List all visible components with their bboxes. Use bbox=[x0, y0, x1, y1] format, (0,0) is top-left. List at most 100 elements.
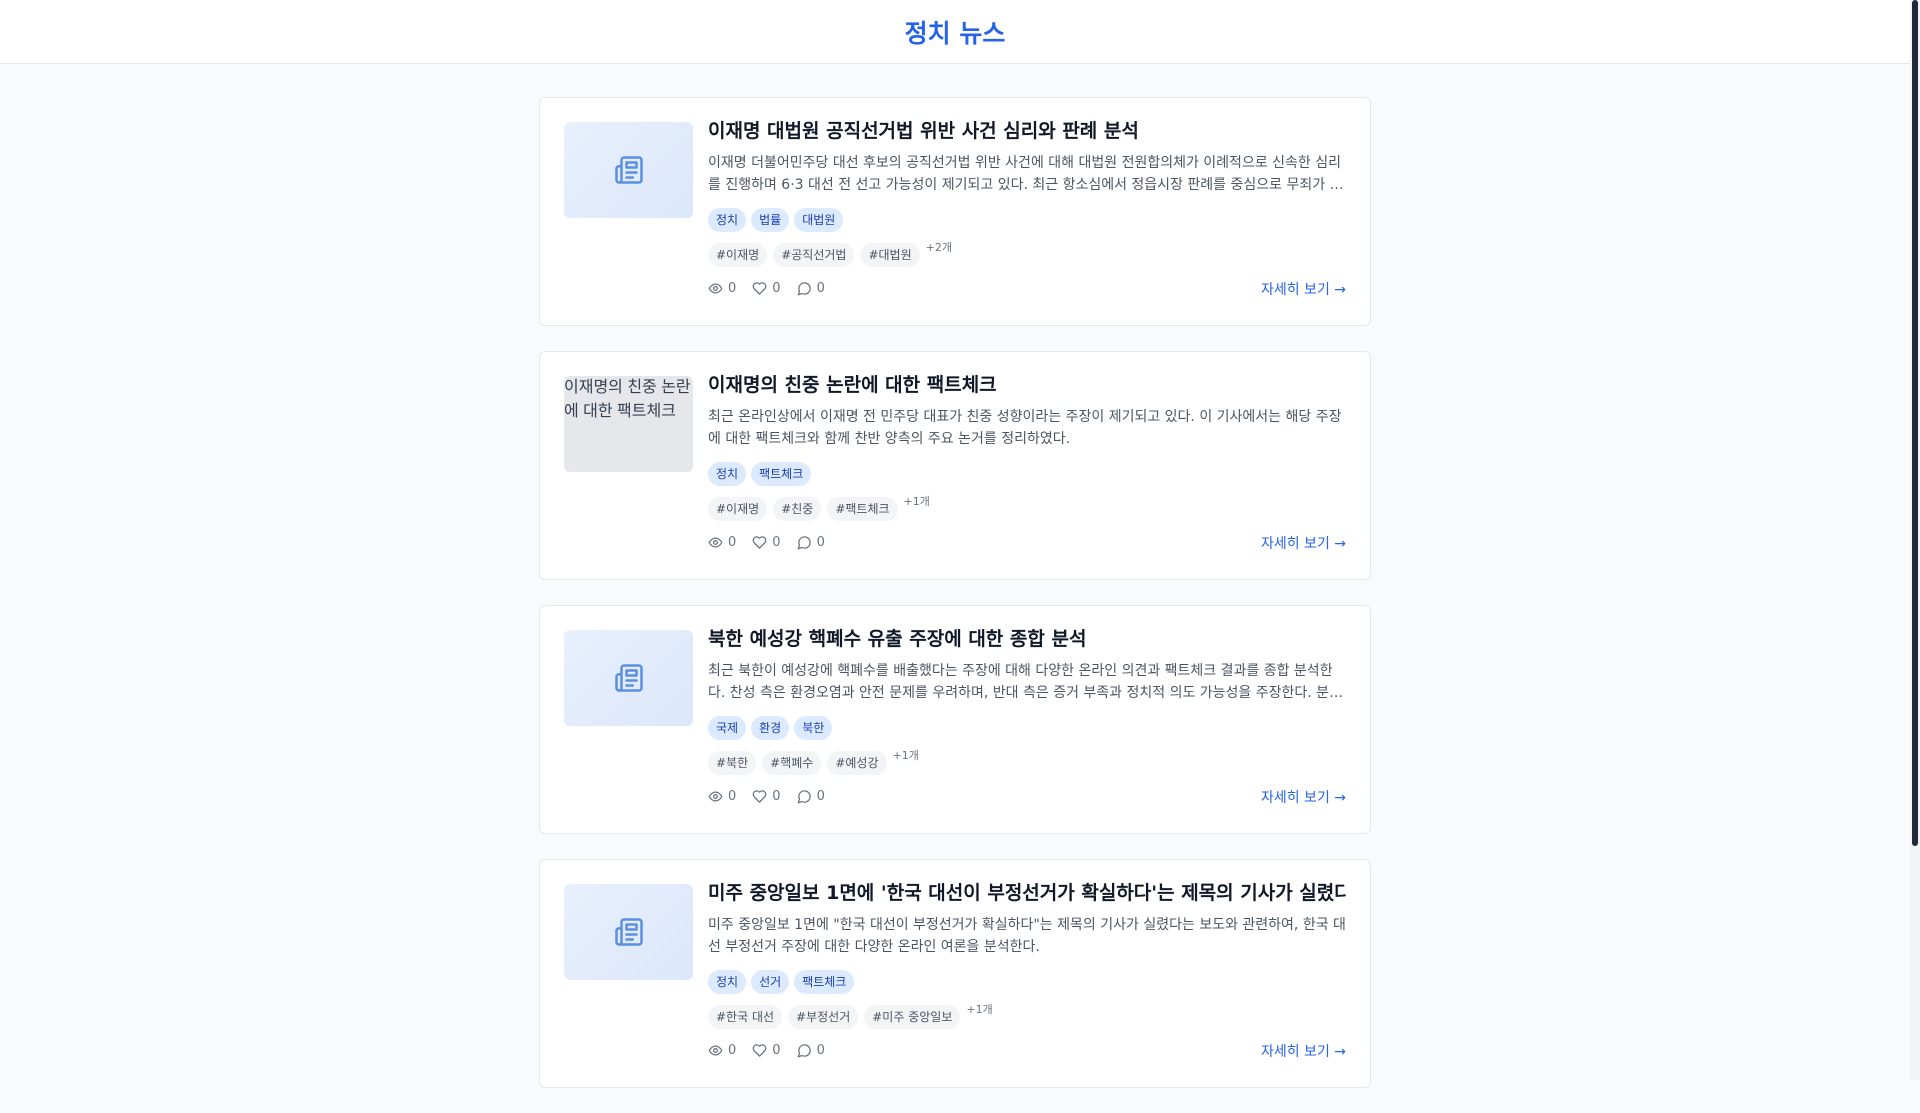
article-summary: 미주 중앙일보 1면에 "한국 대선이 부정선거가 확실하다"는 제목의 기사가… bbox=[708, 917, 1346, 955]
category-badge[interactable]: 정치 bbox=[708, 208, 747, 232]
comment-count[interactable]: 0 bbox=[797, 535, 825, 550]
more-tags-count: +2개 bbox=[925, 241, 952, 254]
article-title[interactable]: 미주 중앙일보 1면에 '한국 대선이 부정선거가 확실하다'는 제목의 기사가… bbox=[708, 880, 1346, 906]
article-thumbnail[interactable] bbox=[564, 122, 693, 218]
article-title[interactable]: 이재명의 친중 논란에 대한 팩트체크 bbox=[708, 372, 1346, 398]
read-more-link[interactable]: 자세히 보기 → bbox=[1261, 533, 1346, 553]
hashtag[interactable]: #예성강 bbox=[827, 751, 887, 775]
like-count-value: 0 bbox=[772, 1042, 781, 1058]
article-stats: 0 0 0 bbox=[708, 532, 1346, 552]
newspaper-icon bbox=[614, 664, 643, 692]
view-count: 0 bbox=[708, 789, 736, 804]
tag-list: #이재명 #친중 #팩트체크 +1개 bbox=[708, 495, 1346, 521]
like-count-value: 0 bbox=[772, 788, 781, 804]
article-content: 이재명의 친중 논란에 대한 팩트체크 최근 온라인상에서 이재명 전 민주당 … bbox=[708, 372, 1346, 552]
scrollbar-thumb[interactable] bbox=[1912, 0, 1918, 846]
page-title: 정치 뉴스 bbox=[904, 18, 1006, 48]
comment-count[interactable]: 0 bbox=[797, 789, 825, 804]
thumbnail-alt-text: 이재명의 친중 논란에 대한 팩트체크 bbox=[564, 379, 691, 420]
newspaper-icon bbox=[614, 156, 643, 184]
category-list: 정치 팩트체크 bbox=[708, 462, 1346, 486]
tag-list: #북한 #핵폐수 #예성강 +1개 bbox=[708, 749, 1346, 775]
comment-icon bbox=[797, 1043, 811, 1057]
hashtag[interactable]: #미주 중앙일보 bbox=[864, 1005, 961, 1029]
like-count-value: 0 bbox=[772, 280, 781, 296]
eye-icon bbox=[708, 283, 723, 293]
article-content: 북한 예성강 핵폐수 유출 주장에 대한 종합 분석 최근 북한이 예성강에 핵… bbox=[708, 626, 1346, 806]
article-card[interactable]: 이재명 대법원 공직선거법 위반 사건 심리와 판례 분석 이재명 더불어민주당… bbox=[539, 97, 1371, 326]
category-badge[interactable]: 법률 bbox=[751, 208, 790, 232]
view-count-value: 0 bbox=[728, 280, 737, 296]
hashtag[interactable]: #한국 대선 bbox=[708, 1005, 783, 1029]
article-content: 미주 중앙일보 1면에 '한국 대선이 부정선거가 확실하다'는 제목의 기사가… bbox=[708, 880, 1346, 1060]
category-badge[interactable]: 환경 bbox=[751, 716, 790, 740]
more-tags-count: +1개 bbox=[966, 1003, 993, 1016]
article-thumbnail[interactable] bbox=[564, 630, 693, 726]
comment-count-value: 0 bbox=[816, 788, 825, 804]
article-card[interactable]: 이재명의 친중 논란에 대한 팩트체크 이재명의 친중 논란에 대한 팩트체크 … bbox=[539, 351, 1371, 580]
hashtag[interactable]: #부정선거 bbox=[788, 1005, 859, 1029]
category-badge[interactable]: 선거 bbox=[751, 970, 790, 994]
comment-count-value: 0 bbox=[816, 534, 825, 550]
category-list: 정치 선거 팩트체크 bbox=[708, 970, 1346, 994]
read-more-link[interactable]: 자세히 보기 → bbox=[1261, 1041, 1346, 1061]
article-title[interactable]: 북한 예성강 핵폐수 유출 주장에 대한 종합 분석 bbox=[708, 626, 1346, 652]
category-list: 정치 법률 대법원 bbox=[708, 208, 1346, 232]
view-count: 0 bbox=[708, 1043, 736, 1058]
hashtag[interactable]: #이재명 bbox=[708, 243, 768, 267]
read-more-link[interactable]: 자세히 보기 → bbox=[1261, 787, 1346, 807]
like-count[interactable]: 0 bbox=[752, 280, 781, 296]
view-count-value: 0 bbox=[728, 788, 737, 804]
like-count[interactable]: 0 bbox=[752, 1042, 781, 1058]
category-list: 국제 환경 북한 bbox=[708, 716, 1346, 740]
scrollbar[interactable] bbox=[1910, 0, 1920, 1080]
article-stats: 0 0 0 bbox=[708, 278, 1346, 298]
comment-count[interactable]: 0 bbox=[797, 281, 825, 296]
heart-icon bbox=[752, 535, 767, 549]
like-count-value: 0 bbox=[772, 534, 781, 550]
category-badge[interactable]: 정치 bbox=[708, 970, 747, 994]
read-more-link[interactable]: 자세히 보기 → bbox=[1261, 279, 1346, 299]
hashtag[interactable]: #북한 bbox=[708, 751, 757, 775]
category-badge[interactable]: 팩트체크 bbox=[794, 970, 855, 994]
view-count-value: 0 bbox=[728, 1042, 737, 1058]
article-card[interactable]: 미주 중앙일보 1면에 '한국 대선이 부정선거가 확실하다'는 제목의 기사가… bbox=[539, 859, 1371, 1088]
view-count: 0 bbox=[708, 281, 736, 296]
article-card[interactable]: 북한 예성강 핵폐수 유출 주장에 대한 종합 분석 최근 북한이 예성강에 핵… bbox=[539, 605, 1371, 834]
article-stats: 0 0 0 bbox=[708, 1040, 1346, 1060]
hashtag[interactable]: #대법원 bbox=[860, 243, 920, 267]
hashtag[interactable]: #친중 bbox=[773, 497, 822, 521]
category-badge[interactable]: 국제 bbox=[708, 716, 747, 740]
comment-count[interactable]: 0 bbox=[797, 1043, 825, 1058]
view-count-value: 0 bbox=[728, 534, 737, 550]
comment-icon bbox=[797, 535, 811, 549]
view-count: 0 bbox=[708, 535, 736, 550]
article-stats: 0 0 0 bbox=[708, 786, 1346, 806]
hashtag[interactable]: #이재명 bbox=[708, 497, 768, 521]
hashtag[interactable]: #팩트체크 bbox=[827, 497, 898, 521]
tag-list: #한국 대선 #부정선거 #미주 중앙일보 +1개 bbox=[708, 1003, 1346, 1029]
category-badge[interactable]: 정치 bbox=[708, 462, 747, 486]
newspaper-icon bbox=[614, 918, 643, 946]
category-badge[interactable]: 팩트체크 bbox=[751, 462, 812, 486]
category-badge[interactable]: 대법원 bbox=[794, 208, 844, 232]
comment-icon bbox=[797, 789, 811, 803]
like-count[interactable]: 0 bbox=[752, 788, 781, 804]
comment-count-value: 0 bbox=[816, 1042, 825, 1058]
comment-count-value: 0 bbox=[816, 280, 825, 296]
article-thumbnail[interactable]: 이재명의 친중 논란에 대한 팩트체크 bbox=[564, 376, 693, 472]
hashtag[interactable]: #공직선거법 bbox=[773, 243, 855, 267]
eye-icon bbox=[708, 1045, 723, 1055]
category-badge[interactable]: 북한 bbox=[794, 716, 833, 740]
eye-icon bbox=[708, 537, 723, 547]
heart-icon bbox=[752, 1043, 767, 1057]
article-summary: 최근 온라인상에서 이재명 전 민주당 대표가 친중 성향이라는 주장이 제기되… bbox=[708, 409, 1342, 447]
hashtag[interactable]: #핵폐수 bbox=[762, 751, 822, 775]
like-count[interactable]: 0 bbox=[752, 534, 781, 550]
article-summary: 최근 북한이 예성강에 핵폐수를 배출했다는 주장에 대해 다양한 온라인 의견… bbox=[708, 663, 1342, 701]
more-tags-count: +1개 bbox=[903, 495, 930, 508]
article-thumbnail[interactable] bbox=[564, 884, 693, 980]
tag-list: #이재명 #공직선거법 #대법원 +2개 bbox=[708, 241, 1346, 267]
heart-icon bbox=[752, 281, 767, 295]
article-title[interactable]: 이재명 대법원 공직선거법 위반 사건 심리와 판례 분석 bbox=[708, 118, 1346, 144]
